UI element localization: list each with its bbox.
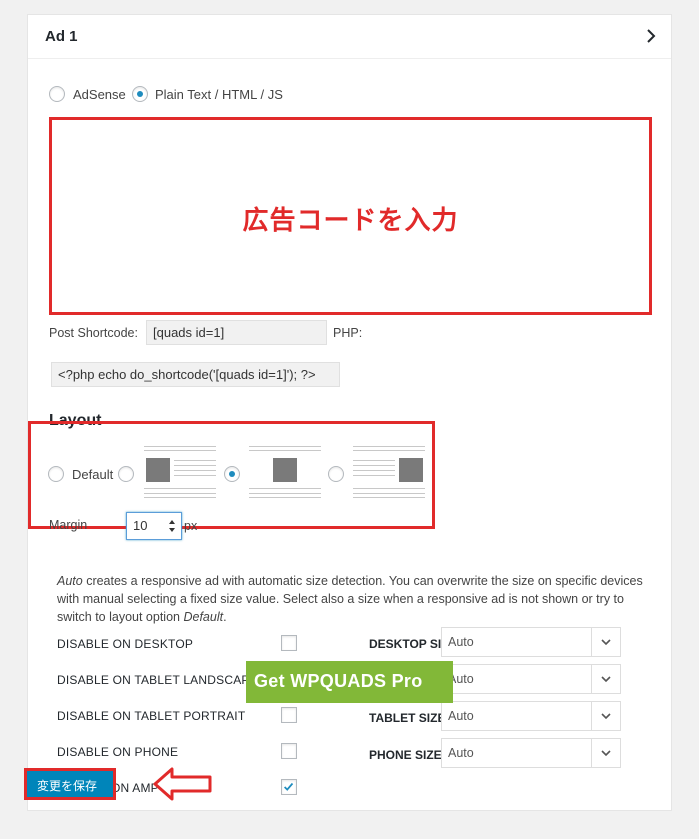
margin-input[interactable]: 10: [126, 512, 182, 540]
margin-unit: px: [184, 519, 198, 533]
spinner-arrows-icon[interactable]: [168, 518, 176, 534]
margin-label: Margin: [49, 518, 88, 532]
description-auto: Auto: [57, 574, 83, 588]
margin-value: 10: [133, 518, 148, 533]
layout-default-label: Default: [72, 467, 114, 482]
disable-amp-checkbox[interactable]: [281, 779, 297, 795]
disable-desktop-label: DISABLE ON DESKTOP: [57, 637, 194, 651]
chevron-down-icon: [601, 639, 611, 646]
size-description: Auto creates a responsive ad with automa…: [57, 572, 657, 626]
chevron-down-icon: [601, 676, 611, 683]
phone-size-value: Auto: [448, 746, 474, 760]
post-shortcode-field[interactable]: [quads id=1]: [146, 320, 327, 345]
radio-adsense-label: AdSense: [73, 87, 126, 102]
disable-tablet-portrait-checkbox[interactable]: [281, 707, 297, 723]
phone-size-label: PHONE SIZE:: [369, 748, 446, 762]
post-shortcode-label: Post Shortcode:: [49, 326, 138, 340]
phone-size-select[interactable]: Auto: [441, 738, 621, 768]
description-default: Default: [183, 610, 224, 624]
code-area-overlay-text: 広告コードを入力: [242, 205, 459, 235]
php-shortcode-field[interactable]: <?php echo do_shortcode('[quads id=1]');…: [51, 362, 340, 387]
description-end: .: [223, 610, 227, 624]
layout-left-thumbnail[interactable]: [144, 444, 216, 500]
save-button-highlight: 変更を保存: [24, 768, 116, 800]
chevron-down-icon: [601, 750, 611, 757]
save-button[interactable]: 変更を保存: [29, 773, 111, 795]
radio-adsense[interactable]: [49, 86, 65, 102]
radio-layout-right[interactable]: [328, 466, 344, 482]
disable-tablet-portrait-label: DISABLE ON TABLET PORTRAIT: [57, 709, 246, 723]
panel-header[interactable]: Ad 1: [28, 15, 671, 59]
layout-center-thumbnail[interactable]: [249, 444, 321, 500]
layout-options-box: Default Margin: [28, 421, 435, 532]
layout-right-thumbnail[interactable]: [353, 444, 425, 500]
radio-plain-text[interactable]: [132, 86, 148, 102]
chevron-down-icon: [601, 713, 611, 720]
radio-layout-center[interactable]: [224, 466, 240, 482]
disable-phone-checkbox[interactable]: [281, 743, 297, 759]
disable-tablet-landscape-label: DISABLE ON TABLET LANDSCAPE: [57, 673, 258, 687]
desktop-size-select[interactable]: Auto: [441, 627, 621, 657]
disable-phone-label: DISABLE ON PHONE: [57, 745, 179, 759]
php-label: PHP:: [333, 326, 363, 340]
disable-desktop-checkbox[interactable]: [281, 635, 297, 651]
tablet-size-label: TABLET SIZE:: [369, 711, 450, 725]
checkmark-icon: [284, 782, 294, 791]
radio-layout-left[interactable]: [118, 466, 134, 482]
ad-code-textarea[interactable]: 広告コードを入力: [49, 117, 652, 315]
description-text: creates a responsive ad with automatic s…: [57, 574, 643, 624]
radio-plain-text-label: Plain Text / HTML / JS: [155, 87, 283, 102]
get-wpquads-pro-banner[interactable]: Get WPQUADS Pro: [246, 661, 453, 703]
tablet-landscape-size-select[interactable]: Auto: [441, 664, 621, 694]
arrow-left-icon: [153, 767, 212, 801]
radio-layout-default[interactable]: [48, 466, 64, 482]
desktop-size-value: Auto: [448, 635, 474, 649]
chevron-right-icon[interactable]: [645, 28, 657, 44]
tablet-size-select[interactable]: Auto: [441, 701, 621, 731]
panel-title: Ad 1: [45, 28, 78, 45]
tablet-size-value: Auto: [448, 709, 474, 723]
